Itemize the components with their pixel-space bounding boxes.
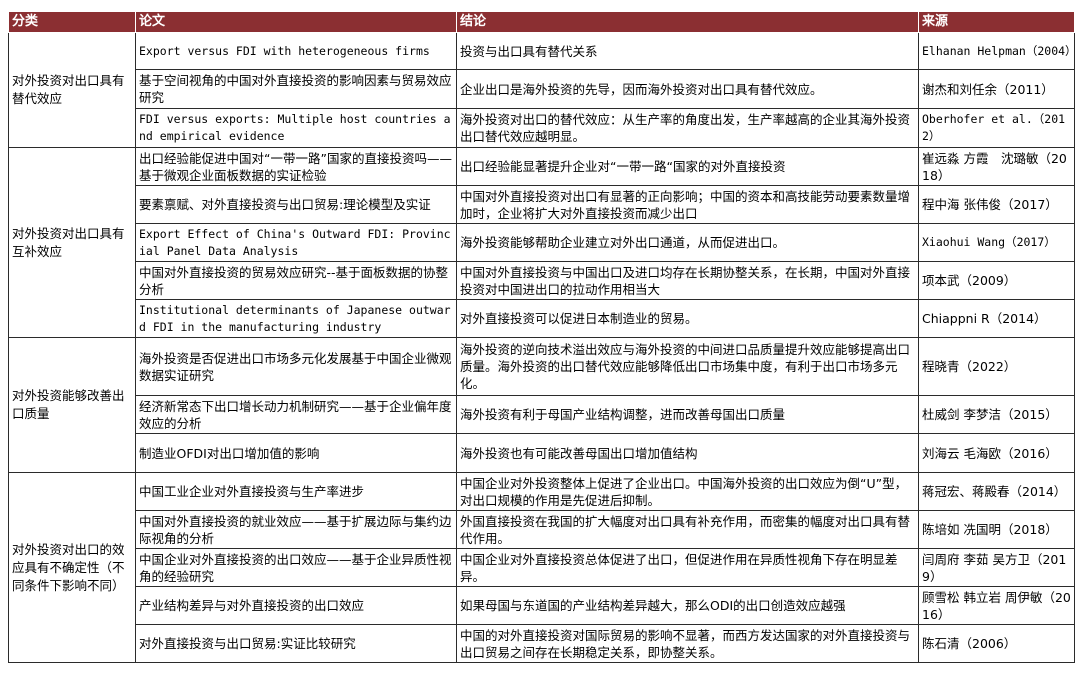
source-cell: 谢杰和刘任余（2011） (918, 69, 1075, 109)
paper-cell: 要素禀赋、对外直接投资与出口贸易:理论模型及实证 (135, 185, 457, 224)
paper-cell: 制造业OFDI对出口增加值的影响 (135, 433, 457, 473)
paper-cell: Export Effect of China's Outward FDI: Pr… (135, 223, 457, 262)
source-cell: 闫周府 李茹 吴方卫（2019） (918, 548, 1075, 587)
source-cell: 陈培如 冼国明（2018） (918, 510, 1075, 549)
conclusion-cell: 海外投资有利于母国产业结构调整，进而改善母国出口质量 (456, 395, 919, 434)
source-cell: Xiaohui Wang（2017） (918, 223, 1075, 262)
literature-table: 分类 论文 结论 来源 对外投资对出口具有替代效应 Export versus … (8, 11, 1075, 663)
table-row: 对外投资对出口具有互补效应 出口经验能促进中国对“一带一路”国家的直接投资吗——… (8, 147, 1075, 338)
source-cell: Elhanan Helpman（2004） (918, 32, 1075, 70)
source-cell: 崔远淼 方霞 沈璐敏（2018） (918, 147, 1075, 186)
table-row: 中国对外直接投资的就业效应——基于扩展边际与集约边际视角的分析 外国直接投资在我… (9, 510, 1075, 549)
paper-cell: 基于空间视角的中国对外直接投资的影响因素与贸易效应研究 (135, 69, 457, 109)
paper-cell: 产业结构差异与对外直接投资的出口效应 (135, 586, 457, 625)
paper-cell: 经济新常态下出口增长动力机制研究——基于企业偏年度效应的分析 (135, 395, 457, 434)
table-row: Institutional determinants of Japanese o… (9, 299, 1075, 338)
conclusion-cell: 海外投资的逆向技术溢出效应与海外投资的中间进口品质量提升效应能够提高出口质量。海… (456, 337, 919, 396)
table-row: 中国对外直接投资的贸易效应研究--基于面板数据的协整分析 中国对外直接投资与中国… (9, 261, 1075, 300)
source-cell: 刘海云 毛海欧（2016） (918, 433, 1075, 473)
paper-cell: 中国工业企业对外直接投资与生产率进步 (135, 472, 457, 511)
header-conclusion: 结论 (456, 11, 919, 33)
category-cell: 对外投资对出口的效应具有不确定性（不同条件下影响不同） (8, 472, 136, 663)
conclusion-cell: 中国的对外直接投资对国际贸易的影响不显著，而西方发达国家的对外直接投资与出口贸易… (456, 624, 919, 663)
table-row: 产业结构差异与对外直接投资的出口效应 如果母国与东道国的产业结构差异越大，那么O… (9, 586, 1075, 625)
conclusion-cell: 海外投资也有可能改善母国出口增加值结构 (456, 433, 919, 473)
conclusion-cell: 出口经验能显著提升企业对“一带一路“国家的对外直接投资 (456, 147, 919, 186)
table-row: 对外投资对出口具有替代效应 Export versus FDI with het… (8, 32, 1075, 148)
source-cell: 顾雪松 韩立岩 周伊敏（2016） (918, 586, 1075, 625)
conclusion-cell: 中国对外直接投资对出口有显著的正向影响；中国的资本和高技能劳动要素数量增加时，企… (456, 185, 919, 224)
conclusion-cell: 中国企业对外投资整体上促进了企业出口。中国海外投资的出口效应为倒“U”型，对出口… (456, 472, 919, 511)
table-row: 对外投资能够改善出口质量 海外投资是否促进出口市场多元化发展基于中国企业微观数据… (8, 337, 1075, 473)
source-cell: Oberhofer et al.（2012） (918, 108, 1075, 148)
source-cell: Chiappni R（2014） (918, 299, 1075, 338)
paper-cell: Export versus FDI with heterogeneous fir… (135, 32, 457, 70)
source-cell: 项本武（2009） (918, 261, 1075, 300)
paper-cell: Institutional determinants of Japanese o… (135, 299, 457, 338)
paper-cell: 中国企业对外直接投资的出口效应——基于企业异质性视角的经验研究 (135, 548, 457, 587)
conclusion-cell: 中国对外直接投资与中国出口及进口均存在长期协整关系，在长期，中国对外直接投资对中… (456, 261, 919, 300)
source-cell: 程中海 张伟俊（2017） (918, 185, 1075, 224)
paper-cell: 中国对外直接投资的就业效应——基于扩展边际与集约边际视角的分析 (135, 510, 457, 549)
table-row: 对外直接投资与出口贸易:实证比较研究 中国的对外直接投资对国际贸易的影响不显著，… (9, 624, 1075, 663)
table-row: 制造业OFDI对出口增加值的影响 海外投资也有可能改善母国出口增加值结构 刘海云… (9, 433, 1075, 473)
header-row: 分类 论文 结论 来源 (8, 11, 1075, 33)
paper-cell: 对外直接投资与出口贸易:实证比较研究 (135, 624, 457, 663)
conclusion-cell: 海外投资对出口的替代效应：从生产率的角度出发，生产率越高的企业其海外投资出口替代… (456, 108, 919, 148)
table-row: Export Effect of China's Outward FDI: Pr… (9, 223, 1075, 262)
source-cell: 蒋冠宏、蒋殿春（2014） (918, 472, 1075, 511)
paper-cell: 中国对外直接投资的贸易效应研究--基于面板数据的协整分析 (135, 261, 457, 300)
table-wrapper: 分类 论文 结论 来源 对外投资对出口具有替代效应 Export versus … (8, 11, 1075, 663)
table-row: 基于空间视角的中国对外直接投资的影响因素与贸易效应研究 企业出口是海外投资的先导… (9, 69, 1075, 109)
conclusion-cell: 海外投资能够帮助企业建立对外出口通道，从而促进出口。 (456, 223, 919, 262)
paper-cell: 出口经验能促进中国对“一带一路”国家的直接投资吗——基于微观企业面板数据的实证检… (135, 147, 457, 186)
category-cell: 对外投资能够改善出口质量 (8, 337, 136, 473)
conclusion-cell: 投资与出口具有替代关系 (456, 32, 919, 70)
conclusion-cell: 中国企业对外直接投资总体促进了出口，但促进作用在异质性视角下存在明显差异。 (456, 548, 919, 587)
table-row: 中国企业对外直接投资的出口效应——基于企业异质性视角的经验研究 中国企业对外直接… (9, 548, 1075, 587)
conclusion-cell: 企业出口是海外投资的先导，因而海外投资对出口具有替代效应。 (456, 69, 919, 109)
source-cell: 程晓青（2022） (918, 337, 1075, 396)
table-row: 经济新常态下出口增长动力机制研究——基于企业偏年度效应的分析 海外投资有利于母国… (9, 395, 1075, 434)
table-body: 对外投资对出口具有替代效应 Export versus FDI with het… (8, 32, 1075, 663)
table-row: 要素禀赋、对外直接投资与出口贸易:理论模型及实证 中国对外直接投资对出口有显著的… (9, 185, 1075, 224)
header-category: 分类 (8, 11, 136, 33)
paper-cell: 海外投资是否促进出口市场多元化发展基于中国企业微观数据实证研究 (135, 337, 457, 396)
conclusion-cell: 如果母国与东道国的产业结构差异越大，那么ODI的出口创造效应越强 (456, 586, 919, 625)
category-cell: 对外投资对出口具有互补效应 (8, 147, 136, 338)
table-row: FDI versus exports: Multiple host countr… (9, 108, 1075, 148)
paper-cell: FDI versus exports: Multiple host countr… (135, 108, 457, 148)
source-cell: 杜威剑 李梦洁（2015） (918, 395, 1075, 434)
source-cell: 陈石清（2006） (918, 624, 1075, 663)
conclusion-cell: 对外直接投资可以促进日本制造业的贸易。 (456, 299, 919, 338)
conclusion-cell: 外国直接投资在我国的扩大幅度对出口具有补充作用，而密集的幅度对出口具有替代作用。 (456, 510, 919, 549)
table-row: 对外投资对出口的效应具有不确定性（不同条件下影响不同） 中国工业企业对外直接投资… (8, 472, 1075, 663)
category-cell: 对外投资对出口具有替代效应 (8, 32, 136, 148)
header-paper: 论文 (135, 11, 457, 33)
header-source: 来源 (918, 11, 1075, 33)
